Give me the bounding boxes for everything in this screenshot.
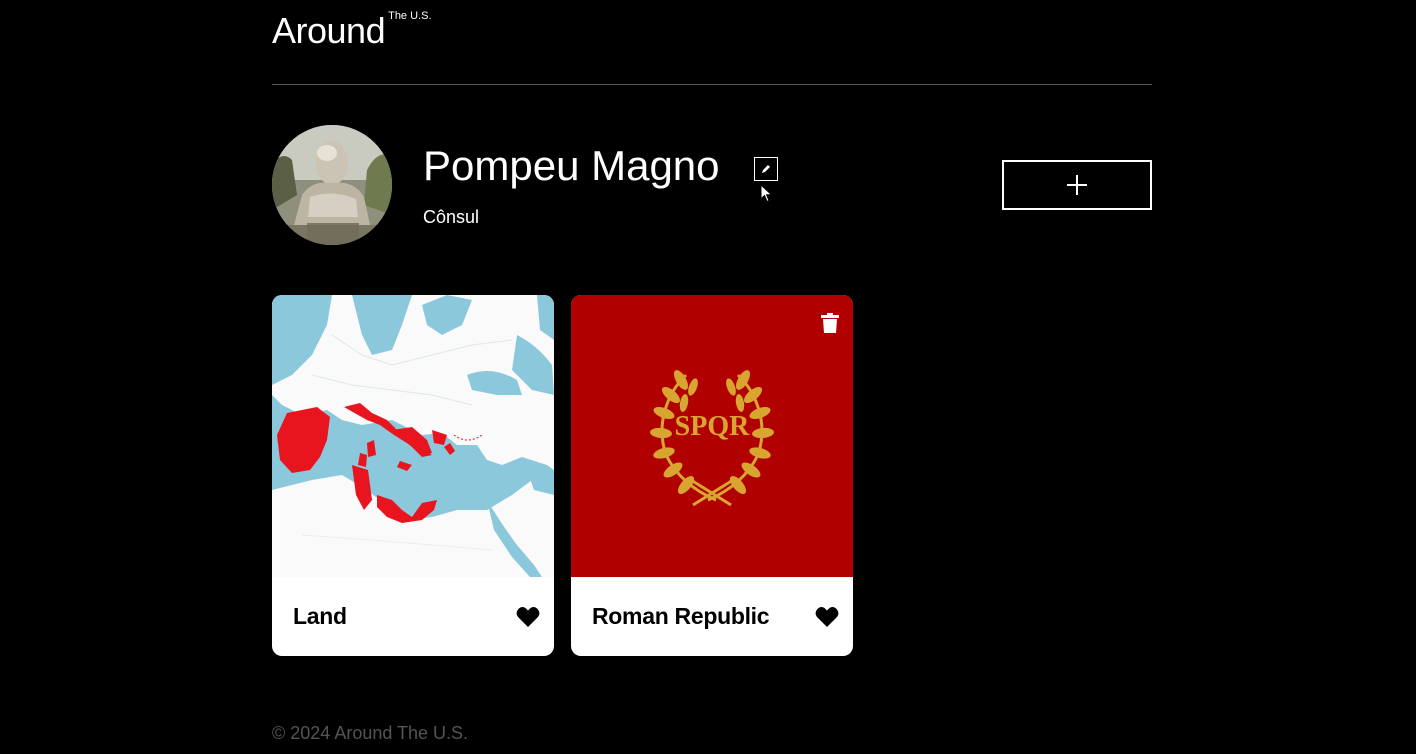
card-title: Land [293, 603, 347, 629]
avatar[interactable] [272, 125, 392, 245]
page: Around The U.S. Pompeu Magno Cônsul Land… [0, 0, 1416, 754]
card: SPQR Roman Republic [571, 295, 853, 656]
card-footer: Roman Republic [571, 577, 853, 656]
emblem-text: SPQR [675, 411, 750, 442]
delete-card-button[interactable] [821, 313, 839, 333]
card-image[interactable]: SPQR [571, 295, 853, 577]
profile-job: Cônsul [423, 207, 480, 227]
card-footer: Land [272, 577, 554, 656]
logo-superscript: The U.S. [388, 10, 432, 22]
trash-icon [821, 313, 839, 333]
edit-profile-button[interactable] [754, 157, 778, 181]
header: Around The U.S. [272, 0, 1152, 85]
logo: Around The U.S. [272, 10, 432, 52]
heart-icon [815, 606, 839, 627]
card: Land [272, 295, 554, 656]
pencil-icon [762, 165, 770, 173]
footer-copyright: © 2024 Around The U.S. [272, 723, 469, 743]
like-button[interactable] [516, 606, 540, 628]
like-button[interactable] [815, 606, 839, 628]
logo-main-text: Around [272, 10, 386, 51]
card-title: Roman Republic [592, 603, 770, 629]
bust-statue-photo [272, 125, 392, 245]
map-of-roman-territory [272, 295, 554, 577]
add-card-button[interactable] [1002, 160, 1152, 210]
spqr-laurel-emblem: SPQR [571, 295, 853, 577]
heart-icon [516, 606, 540, 627]
profile-name: Pompeu Magno [423, 142, 720, 189]
card-image[interactable] [272, 295, 554, 577]
mouse-cursor-icon [760, 184, 773, 203]
plus-icon [1067, 175, 1087, 195]
